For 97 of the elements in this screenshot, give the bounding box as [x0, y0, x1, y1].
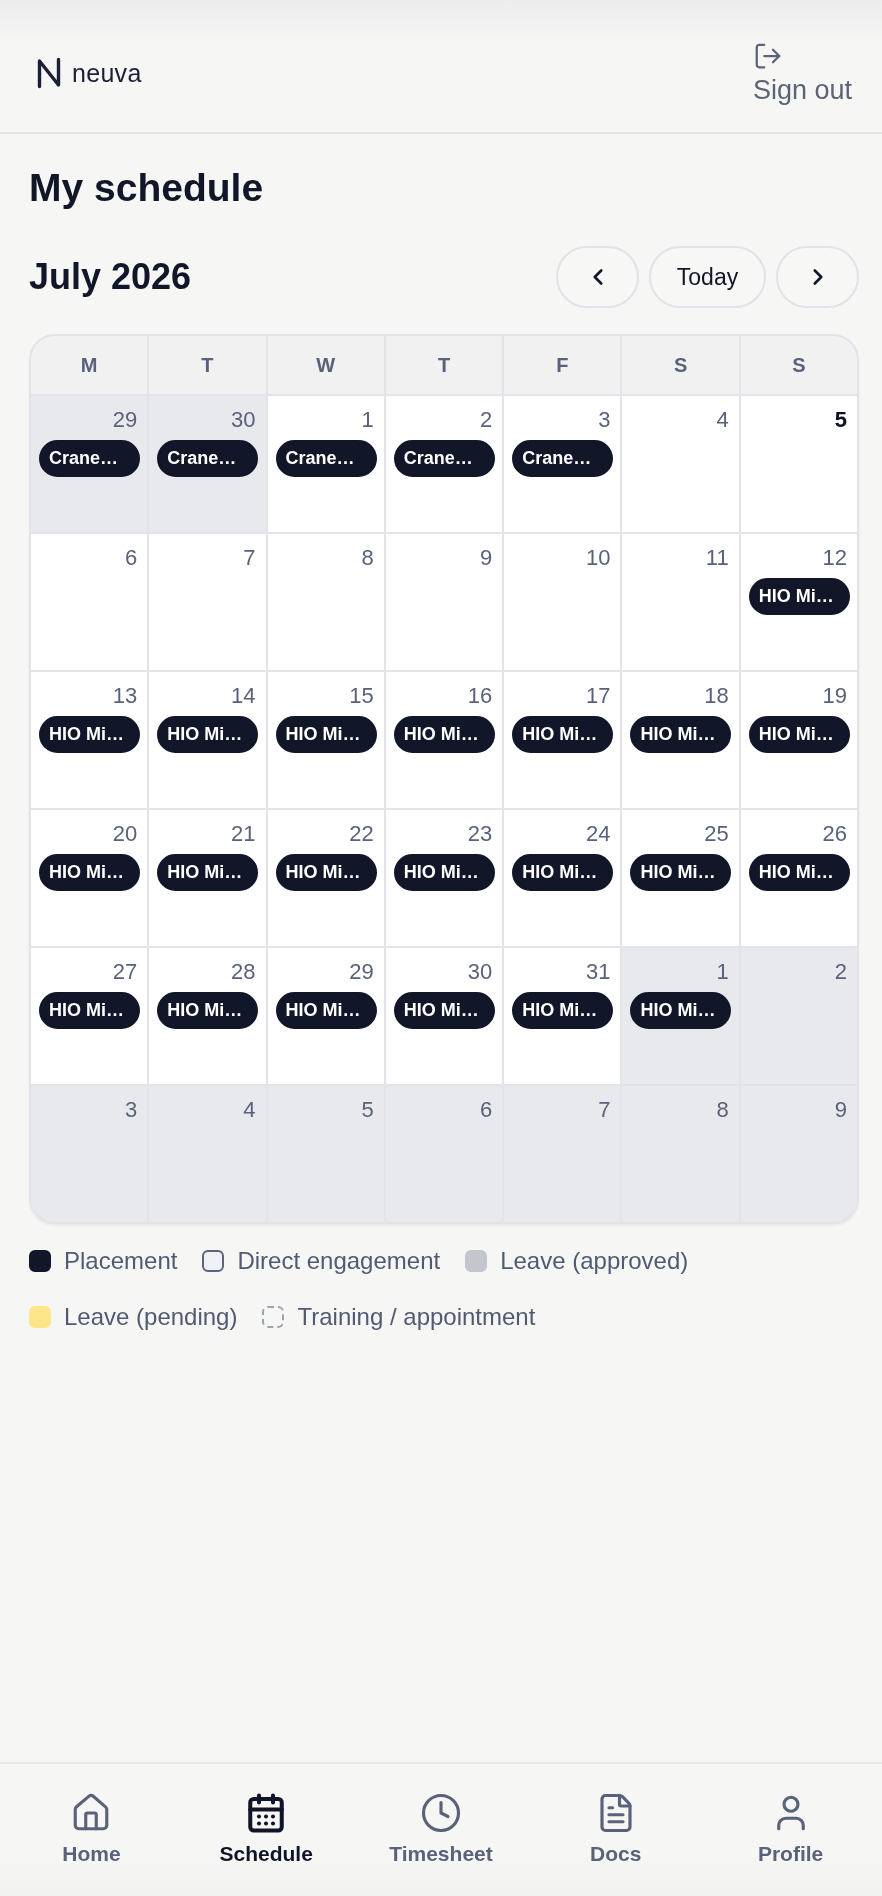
nav-tab[interactable]: Docs — [528, 1764, 704, 1866]
day-number: 1 — [716, 960, 729, 984]
nav-tab[interactable]: Timesheet — [353, 1764, 529, 1866]
day-number: 22 — [349, 822, 374, 846]
day-number: 2 — [479, 408, 493, 432]
event-chip[interactable]: HIO Mi… — [39, 854, 140, 891]
event-chip[interactable]: HIO Mi… — [393, 716, 495, 753]
day-number: 1 — [361, 408, 374, 432]
event-chip[interactable]: HIO Mi… — [630, 716, 732, 753]
legend-swatch-icon — [202, 1250, 225, 1272]
day-number: 17 — [585, 684, 611, 708]
day-number: 29 — [112, 408, 138, 432]
nav-tab[interactable]: Profile — [703, 1764, 878, 1866]
legend-swatch-icon — [29, 1250, 51, 1272]
event-chip[interactable]: HIO Mi… — [630, 992, 732, 1029]
day-number: 14 — [231, 684, 256, 708]
nav-tab[interactable]: Home — [4, 1764, 179, 1866]
day-number: 4 — [716, 408, 729, 432]
day-number: 29 — [349, 960, 374, 984]
day-number: 6 — [479, 1098, 493, 1122]
event-chip[interactable]: HIO Mi… — [393, 992, 495, 1029]
brand-name: neuva — [72, 58, 142, 88]
day-number: 13 — [112, 684, 138, 708]
event-chip[interactable]: HIO Mi… — [393, 854, 495, 891]
event-chip[interactable]: HIO Mi… — [630, 854, 732, 891]
day-number: 16 — [467, 684, 493, 708]
event-chip[interactable]: HIO Mi… — [157, 992, 259, 1029]
event-chip[interactable]: HIO Mi… — [39, 992, 140, 1029]
legend-label: Training / appointment — [297, 1302, 536, 1332]
event-chip[interactable]: Crane… — [39, 440, 140, 477]
day-number: 9 — [834, 1098, 847, 1122]
today-button[interactable]: Today — [649, 246, 766, 308]
event-chip[interactable]: HIO Mi… — [275, 992, 377, 1029]
event-chip[interactable]: Crane… — [393, 440, 495, 477]
event-chip[interactable]: HIO Mi… — [157, 854, 259, 891]
day-number: 25 — [704, 822, 729, 846]
page-title: My schedule — [29, 165, 264, 211]
day-number: 24 — [585, 822, 611, 846]
event-chip[interactable]: HIO Mi… — [512, 992, 614, 1029]
day-number: 18 — [704, 684, 729, 708]
legend-swatch-icon — [29, 1306, 51, 1328]
day-number: 28 — [231, 960, 256, 984]
day-number: 7 — [598, 1098, 611, 1122]
day-number: 27 — [112, 960, 138, 984]
legend-label: Placement — [64, 1246, 178, 1276]
weekday-header-cell: S — [622, 336, 739, 394]
event-chip[interactable]: HIO Mi… — [748, 716, 850, 753]
day-number: 7 — [243, 546, 256, 570]
legend-swatch-icon — [465, 1250, 488, 1272]
weekday-header-cell: W — [267, 336, 384, 394]
event-chip[interactable]: Crane… — [157, 440, 259, 477]
day-number: 19 — [822, 684, 847, 708]
day-number: 31 — [585, 960, 611, 984]
day-number: 15 — [349, 684, 374, 708]
event-chip[interactable]: HIO Mi… — [39, 716, 140, 753]
day-number: 23 — [467, 822, 493, 846]
n-logo-icon — [36, 57, 62, 89]
day-number: 10 — [585, 546, 611, 570]
event-chip[interactable]: Crane… — [275, 440, 377, 477]
day-number: 11 — [705, 546, 729, 570]
event-chip[interactable]: HIO Mi… — [157, 716, 259, 753]
day-number: 8 — [361, 546, 374, 570]
day-number: 4 — [243, 1098, 256, 1122]
event-chip[interactable]: HIO Mi… — [275, 716, 377, 753]
legend-label: Leave (approved) — [500, 1246, 689, 1276]
event-chip[interactable]: HIO Mi… — [748, 578, 850, 615]
day-number: 12 — [822, 546, 847, 570]
weekday-header-cell: M — [31, 336, 148, 394]
day-number: 5 — [834, 408, 847, 432]
event-chip[interactable]: Crane… — [512, 440, 614, 477]
dashed-swatch-icon — [262, 1306, 285, 1328]
weekday-header-cell: F — [504, 336, 621, 394]
day-number: 30 — [467, 960, 493, 984]
event-chip[interactable]: HIO Mi… — [512, 854, 614, 891]
day-number: 21 — [231, 822, 256, 846]
day-number: 3 — [125, 1098, 138, 1122]
day-number: 5 — [361, 1098, 374, 1122]
sign-out-button[interactable]: Sign out — [752, 40, 852, 106]
legend-label: Leave (pending) — [64, 1302, 238, 1332]
day-number: 9 — [479, 546, 493, 570]
day-number: 3 — [598, 408, 611, 432]
event-chip[interactable]: HIO Mi… — [275, 854, 377, 891]
weekday-header-cell: S — [740, 336, 857, 394]
weekday-header-cell: T — [385, 336, 503, 394]
day-number: 6 — [125, 546, 138, 570]
day-number: 30 — [231, 408, 256, 432]
event-chip[interactable]: HIO Mi… — [512, 716, 614, 753]
day-number: 8 — [716, 1098, 729, 1122]
month-title: July 2026 — [29, 256, 192, 298]
weekday-header-cell: T — [149, 336, 266, 394]
nav-tab[interactable]: Schedule — [178, 1764, 354, 1866]
day-number: 26 — [822, 822, 847, 846]
event-chip[interactable]: HIO Mi… — [748, 854, 850, 891]
legend-label: Direct engagement — [237, 1246, 441, 1276]
clock-icon — [420, 1792, 462, 1834]
day-number: 2 — [834, 960, 847, 984]
day-number: 20 — [112, 822, 138, 846]
